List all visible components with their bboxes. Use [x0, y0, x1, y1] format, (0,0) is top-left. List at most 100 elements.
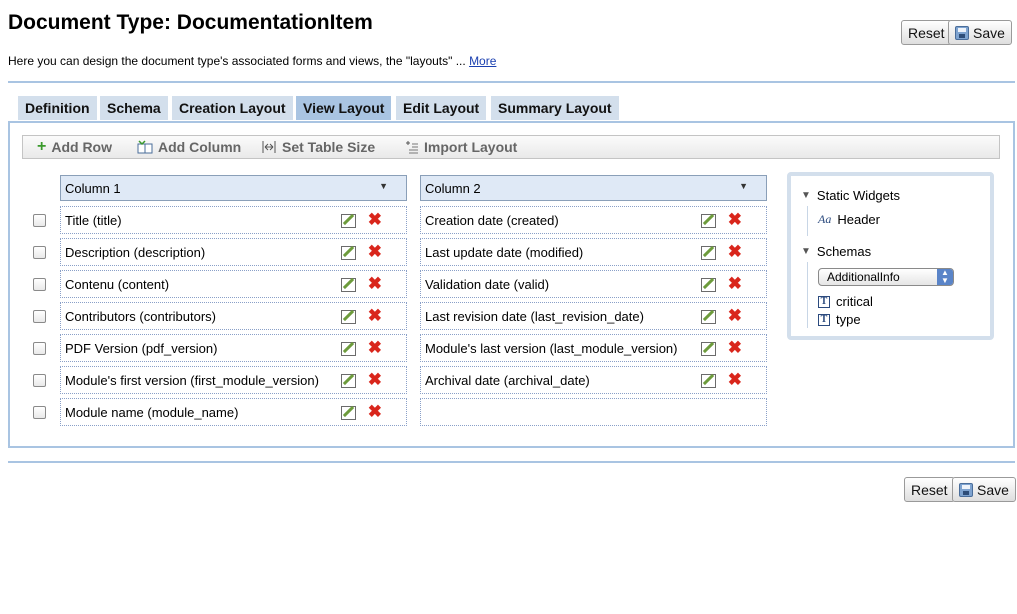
save-button-bottom[interactable]: Save	[952, 477, 1016, 502]
row-checkbox-4[interactable]	[33, 310, 46, 323]
add-column-label: Add Column	[158, 139, 242, 155]
text-style-icon: Aa	[818, 212, 832, 226]
tab-creation-layout[interactable]: Creation Layout	[172, 96, 293, 120]
row-checkbox-1[interactable]	[33, 214, 46, 227]
schema-field-label: type	[836, 312, 861, 327]
layout-cell: Contributors (contributors) ✖	[60, 302, 407, 330]
layout-cell: Validation date (valid) ✖	[420, 270, 767, 298]
more-link[interactable]: More	[469, 54, 496, 68]
resize-icon	[262, 141, 276, 153]
edit-icon[interactable]	[701, 246, 716, 260]
tab-label: Edit Layout	[403, 100, 480, 116]
select-arrows-icon: ▲ ▼	[937, 269, 953, 285]
text-field-icon: T	[818, 295, 830, 308]
divider-top	[8, 81, 1015, 83]
collapse-triangle-icon[interactable]: ▼	[801, 246, 811, 257]
tab-definition[interactable]: Definition	[18, 96, 97, 120]
static-widgets-section[interactable]: ▼ Static Widgets	[801, 188, 900, 203]
delete-icon[interactable]: ✖	[728, 371, 742, 388]
layout-cell-empty[interactable]	[420, 398, 767, 426]
widget-label: Module name (module_name)	[65, 404, 239, 420]
schema-field-item[interactable]: T type	[818, 312, 861, 327]
layout-cell: Archival date (archival_date) ✖	[420, 366, 767, 394]
tree-line	[807, 262, 808, 328]
widget-header-item[interactable]: Aa Header	[818, 212, 880, 227]
save-label: Save	[973, 24, 1005, 41]
delete-icon[interactable]: ✖	[728, 243, 742, 260]
delete-icon[interactable]: ✖	[368, 307, 382, 324]
tab-edit-layout[interactable]: Edit Layout	[396, 96, 487, 120]
edit-icon[interactable]	[341, 246, 356, 260]
edit-icon[interactable]	[341, 310, 356, 324]
tree-line	[807, 206, 808, 236]
widget-label: PDF Version (pdf_version)	[65, 340, 218, 356]
row-checkbox-3[interactable]	[33, 278, 46, 291]
layout-toolbar: + Add Row Add Column Set Table Size Impo…	[22, 135, 1000, 159]
edit-icon[interactable]	[701, 342, 716, 356]
delete-icon[interactable]: ✖	[728, 307, 742, 324]
delete-icon[interactable]: ✖	[368, 403, 382, 420]
edit-icon[interactable]	[341, 406, 356, 420]
tab-summary-layout[interactable]: Summary Layout	[491, 96, 619, 120]
reset-button-top[interactable]: Reset	[901, 20, 952, 45]
schemas-label: Schemas	[816, 244, 872, 259]
row-checkbox-5[interactable]	[33, 342, 46, 355]
delete-icon[interactable]: ✖	[368, 211, 382, 228]
widget-label: Contributors (contributors)	[65, 308, 216, 324]
delete-icon[interactable]: ✖	[368, 371, 382, 388]
layout-cell: Module name (module_name) ✖	[60, 398, 407, 426]
intro-text: Here you can design the document type's …	[8, 54, 496, 68]
dropdown-arrow-icon[interactable]: ▼	[739, 181, 748, 191]
layout-cell: Contenu (content) ✖	[60, 270, 407, 298]
dropdown-arrow-icon[interactable]: ▼	[379, 181, 388, 191]
save-icon	[959, 482, 973, 497]
widget-label: Title (title)	[65, 212, 122, 228]
add-row-button[interactable]: + Add Row	[37, 138, 112, 156]
edit-icon[interactable]	[701, 310, 716, 324]
widget-palette: ▼ Static Widgets Aa Header ▼ Schemas Add…	[787, 172, 994, 340]
tab-schema[interactable]: Schema	[100, 96, 168, 120]
tab-label: Summary Layout	[498, 100, 612, 116]
add-column-button[interactable]: Add Column	[137, 139, 241, 155]
widget-label: Module's last version (last_module_versi…	[425, 340, 678, 356]
widget-label: Archival date (archival_date)	[425, 372, 590, 388]
delete-icon[interactable]: ✖	[368, 275, 382, 292]
edit-icon[interactable]	[701, 374, 716, 388]
delete-icon[interactable]: ✖	[728, 211, 742, 228]
collapse-triangle-icon[interactable]: ▼	[801, 190, 811, 201]
schema-select-value: AdditionalInfo	[827, 270, 900, 284]
edit-icon[interactable]	[341, 214, 356, 228]
widget-label: Last revision date (last_revision_date)	[425, 308, 644, 324]
import-layout-button[interactable]: Import Layout	[405, 139, 517, 155]
delete-icon[interactable]: ✖	[728, 275, 742, 292]
edit-icon[interactable]	[701, 278, 716, 292]
edit-icon[interactable]	[701, 214, 716, 228]
layout-cell: Module's last version (last_module_versi…	[420, 334, 767, 362]
tab-view-layout[interactable]: View Layout	[296, 96, 392, 120]
column-1-title: Column 1	[65, 180, 121, 196]
row-checkbox-7[interactable]	[33, 406, 46, 419]
intro-description: Here you can design the document type's …	[8, 54, 466, 68]
schema-field-item[interactable]: T critical	[818, 294, 873, 309]
import-icon	[406, 141, 418, 154]
save-button-top[interactable]: Save	[948, 20, 1012, 45]
edit-icon[interactable]	[341, 278, 356, 292]
row-checkbox-6[interactable]	[33, 374, 46, 387]
plus-icon: +	[37, 138, 47, 155]
edit-icon[interactable]	[341, 342, 356, 356]
column-2-header[interactable]: Column 2 ▼	[420, 175, 767, 201]
edit-icon[interactable]	[341, 374, 356, 388]
delete-icon[interactable]: ✖	[368, 243, 382, 260]
layout-cell: PDF Version (pdf_version) ✖	[60, 334, 407, 362]
schema-select[interactable]: AdditionalInfo ▲ ▼	[818, 268, 954, 286]
column-1-header[interactable]: Column 1 ▼	[60, 175, 407, 201]
schemas-section[interactable]: ▼ Schemas	[801, 244, 871, 259]
row-checkbox-2[interactable]	[33, 246, 46, 259]
delete-icon[interactable]: ✖	[368, 339, 382, 356]
add-column-icon	[137, 140, 153, 154]
delete-icon[interactable]: ✖	[728, 339, 742, 356]
reset-button-bottom[interactable]: Reset	[904, 477, 955, 502]
set-table-size-button[interactable]: Set Table Size	[261, 139, 375, 155]
reset-label: Reset	[911, 481, 948, 498]
tab-label: View Layout	[303, 100, 385, 116]
